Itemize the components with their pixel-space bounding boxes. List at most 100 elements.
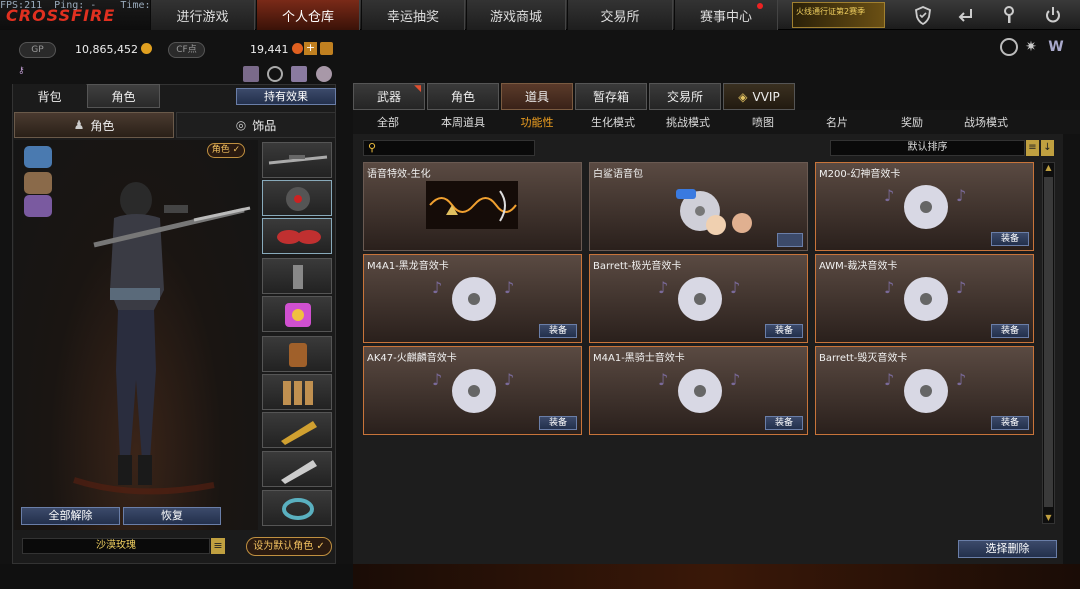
tab-items[interactable]: 道具 bbox=[501, 83, 573, 110]
filter-weekly[interactable]: 本周道具 bbox=[432, 112, 494, 134]
cd-icon: ♪ ♪ bbox=[432, 369, 514, 413]
scroll-up-icon[interactable]: ▲ bbox=[1044, 163, 1053, 173]
filter-zombie[interactable]: 生化模式 bbox=[584, 112, 642, 134]
equip-button[interactable]: 装备 bbox=[539, 416, 577, 430]
nav-tab-label: 幸运抽奖 bbox=[386, 9, 439, 25]
subtab-accessories[interactable]: ◎ 饰品 bbox=[176, 112, 336, 138]
filter-challenge[interactable]: 挑战模式 bbox=[659, 112, 717, 134]
rat-icon[interactable] bbox=[24, 172, 52, 194]
subtab-character[interactable]: ♟ 角色 bbox=[14, 112, 174, 138]
nav-tab-lucky-draw[interactable]: 幸运抽奖 bbox=[361, 0, 465, 30]
filter-reward[interactable]: 奖励 bbox=[884, 112, 940, 134]
cd-icon: ♪ ♪ bbox=[884, 185, 966, 229]
slot-ring[interactable] bbox=[262, 490, 332, 526]
equip-button[interactable]: 装备 bbox=[539, 324, 577, 338]
slot-knife[interactable] bbox=[262, 451, 332, 487]
tab-vvip[interactable]: ◈ VVIP bbox=[723, 83, 795, 110]
add-cf-button[interactable]: + bbox=[304, 42, 317, 55]
scrollbar[interactable]: ▲ ▼ bbox=[1042, 162, 1055, 524]
notification-dot bbox=[757, 3, 763, 9]
slot-radio[interactable] bbox=[262, 258, 332, 294]
equip-button[interactable]: 装备 bbox=[991, 232, 1029, 246]
equip-button[interactable]: 装备 bbox=[765, 324, 803, 338]
tab-weapons[interactable]: 武器 ◥ bbox=[353, 83, 425, 110]
tab-trade[interactable]: 交易所 bbox=[649, 83, 721, 110]
nav-tab-events[interactable]: 赛事中心 bbox=[674, 0, 778, 30]
slot-ammo[interactable] bbox=[262, 374, 332, 410]
item-card[interactable]: AWM-裁决音效卡 ♪ ♪ 装备 bbox=[815, 254, 1034, 343]
item-card[interactable]: M4A1-黑骑士音效卡 ♪ ♪ 装备 bbox=[589, 346, 808, 435]
item-card[interactable]: M200-幻神音效卡 ♪ ♪ 装备 bbox=[815, 162, 1034, 251]
nav-tab-inventory[interactable]: 个人仓库 bbox=[256, 0, 360, 30]
list-menu-icon[interactable]: ≡ bbox=[211, 538, 225, 554]
pet-icon[interactable] bbox=[316, 66, 332, 82]
filter-spray[interactable]: 喷图 bbox=[735, 112, 791, 134]
slot-sniper-rifle[interactable] bbox=[262, 142, 332, 178]
recharge-icon[interactable] bbox=[320, 42, 333, 55]
sort-direction-icon[interactable]: ↓ bbox=[1041, 140, 1054, 156]
scroll-down-icon[interactable]: ▼ bbox=[1044, 513, 1053, 523]
set-default-character-button[interactable]: 设为默认角色 ✓ bbox=[246, 537, 332, 556]
nav-tab-label: 进行游戏 bbox=[176, 9, 229, 25]
owned-effects-button[interactable]: 持有效果 bbox=[236, 88, 336, 105]
target-icon[interactable] bbox=[1000, 38, 1018, 56]
character-name-field[interactable]: 沙漠玫瑰 bbox=[22, 538, 210, 554]
equip-button[interactable]: 装备 bbox=[991, 324, 1029, 338]
brush-icon[interactable] bbox=[291, 66, 307, 82]
item-card[interactable]: 白鲨语音包 bbox=[589, 162, 808, 251]
batch-delete-button[interactable]: 选择删除 bbox=[958, 540, 1057, 558]
gear-icon[interactable]: ✷ bbox=[1022, 38, 1040, 56]
tab-label: 角色 bbox=[111, 89, 136, 104]
filter-battlefield[interactable]: 战场模式 bbox=[955, 112, 1017, 134]
tab-character[interactable]: 角色 bbox=[87, 84, 160, 108]
nav-tab-exchange[interactable]: 交易所 bbox=[567, 0, 673, 30]
item-card[interactable]: 语音特效-生化 bbox=[363, 162, 582, 251]
slot-helmet[interactable] bbox=[262, 180, 332, 216]
tab-roles[interactable]: 角色 bbox=[427, 83, 499, 110]
item-card[interactable]: AK47-火麒麟音效卡 ♪ ♪ 装备 bbox=[363, 346, 582, 435]
svg-text:♪: ♪ bbox=[956, 278, 966, 297]
slot-goggles[interactable] bbox=[262, 218, 332, 254]
cf-amount: 19,441 bbox=[250, 43, 289, 56]
equip-button[interactable]: 装备 bbox=[991, 416, 1029, 430]
list-view-icon[interactable]: ≡ bbox=[1026, 140, 1039, 156]
item-card[interactable]: Barrett-毁灭音效卡 ♪ ♪ 装备 bbox=[815, 346, 1034, 435]
search-input[interactable] bbox=[382, 141, 532, 155]
svg-text:♪: ♪ bbox=[432, 370, 442, 389]
battle-pass-banner[interactable]: 火线通行证第2赛季 bbox=[792, 2, 885, 28]
cf-coin-icon bbox=[292, 43, 303, 54]
bird-icon[interactable] bbox=[24, 195, 52, 217]
equip-button[interactable]: 装备 bbox=[765, 416, 803, 430]
cf-label: CF点 bbox=[168, 42, 205, 58]
nav-tab-label: 赛事中心 bbox=[699, 9, 752, 25]
tab-label: 暂存箱 bbox=[592, 90, 629, 104]
item-card[interactable]: M4A1-黑龙音效卡 ♪ ♪ 装备 bbox=[363, 254, 582, 343]
tab-backpack[interactable]: 背包 bbox=[13, 84, 86, 108]
slot-pack[interactable] bbox=[262, 296, 332, 332]
shield-icon[interactable] bbox=[912, 4, 934, 26]
wings-icon[interactable] bbox=[24, 146, 52, 168]
search-box[interactable]: ⚲ bbox=[363, 140, 535, 156]
restore-button[interactable]: 恢复 bbox=[123, 507, 221, 525]
gift-icon[interactable] bbox=[243, 66, 259, 82]
item-card[interactable]: Barrett-极光音效卡 ♪ ♪ 装备 bbox=[589, 254, 808, 343]
character-icon: ♟ bbox=[73, 118, 85, 132]
sort-dropdown[interactable]: 默认排序 bbox=[830, 140, 1025, 156]
nav-tab-shop[interactable]: 游戏商城 bbox=[466, 0, 566, 30]
disc-badge-icon bbox=[777, 233, 803, 247]
tab-storage[interactable]: 暂存箱 bbox=[575, 83, 647, 110]
rotate-icon[interactable] bbox=[267, 66, 283, 82]
power-icon[interactable] bbox=[1042, 4, 1064, 26]
nav-tab-play[interactable]: 进行游戏 bbox=[150, 0, 255, 30]
filter-functional[interactable]: 功能性 bbox=[508, 112, 566, 134]
scrollbar-thumb[interactable] bbox=[1044, 177, 1053, 507]
wrench-icon[interactable] bbox=[998, 4, 1020, 26]
filter-all[interactable]: 全部 bbox=[360, 112, 416, 134]
slot-backpack[interactable] bbox=[262, 336, 332, 372]
w-logo-icon[interactable]: W bbox=[1046, 38, 1066, 56]
role-badge[interactable]: 角色 ✓ bbox=[207, 143, 245, 158]
filter-card[interactable]: 名片 bbox=[809, 112, 865, 134]
return-icon[interactable] bbox=[955, 4, 977, 26]
slot-grenade-gold[interactable] bbox=[262, 412, 332, 448]
unequip-all-button[interactable]: 全部解除 bbox=[21, 507, 120, 525]
